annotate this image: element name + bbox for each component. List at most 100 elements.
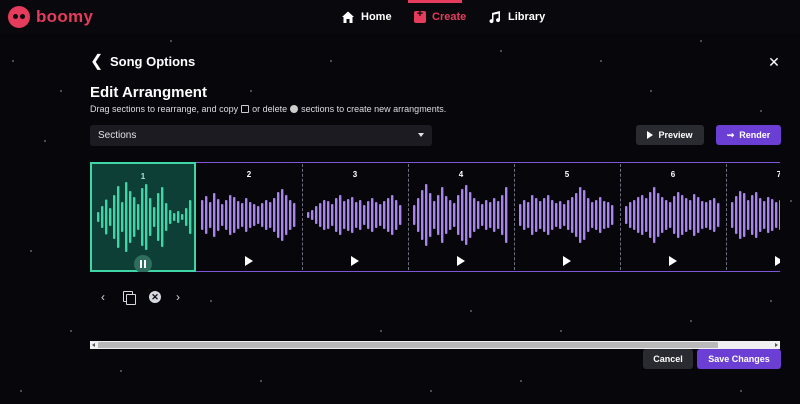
cancel-button[interactable]: Cancel [643, 349, 693, 369]
waveform-bar [457, 195, 460, 235]
delete-section-icon[interactable]: ✕ [149, 291, 161, 303]
waveform-bar [633, 200, 636, 230]
play-icon[interactable] [669, 256, 677, 266]
waveform [731, 191, 780, 239]
edit-description: Drag sections to rearrange, and copy or … [90, 104, 446, 114]
edit-description-text-3: sections to create new arrangments. [301, 104, 447, 114]
waveform-bar [165, 203, 168, 231]
play-icon[interactable] [775, 256, 780, 266]
arrangement-section-7[interactable]: 7 [726, 162, 780, 272]
horizontal-scrollbar[interactable] [90, 341, 780, 349]
nav-item-create[interactable]: Create [414, 0, 466, 34]
scroll-right-arrow-icon[interactable] [775, 343, 778, 347]
waveform-bar [355, 202, 358, 228]
waveform-bar [697, 197, 700, 233]
waveform-bar [665, 200, 668, 230]
star [70, 330, 72, 332]
waveform-bar [97, 212, 100, 222]
music-note-icon [489, 11, 501, 24]
waveform-bar [489, 202, 492, 228]
waveform-bar [587, 198, 590, 232]
play-icon[interactable] [457, 256, 465, 266]
save-changes-button[interactable]: Save Changes [697, 349, 781, 369]
waveform-bar [293, 203, 296, 227]
nav-item-library[interactable]: Library [488, 0, 545, 34]
scroll-left-arrow-icon[interactable] [92, 343, 95, 347]
close-icon[interactable]: ✕ [766, 54, 782, 70]
waveform-bar [501, 195, 504, 235]
section-number: 2 [246, 170, 252, 179]
copy-section-icon[interactable] [123, 291, 136, 305]
waveform-bar [661, 197, 664, 233]
waveform-bar [571, 197, 574, 233]
play-icon[interactable] [245, 256, 253, 266]
waveform-bar [249, 202, 252, 228]
star [600, 60, 602, 62]
waveform-bar [417, 198, 420, 232]
star [760, 110, 762, 112]
waveform-bar [747, 200, 750, 230]
waveform-bar [327, 201, 330, 229]
waveform-bar [399, 205, 402, 225]
waveform-bar [261, 203, 264, 227]
arrangement-section-1[interactable]: 1 [90, 162, 196, 272]
play-icon [647, 131, 654, 139]
chevron-left-icon[interactable]: ‹ [101, 290, 105, 304]
arrangement-section-4[interactable]: 4 [408, 162, 514, 272]
section-number: 4 [458, 170, 464, 179]
nav-item-create-label: Create [432, 11, 467, 23]
waveform-bar [387, 198, 390, 232]
section-number: 6 [670, 170, 676, 179]
waveform-bar [181, 214, 184, 220]
pause-icon[interactable] [134, 255, 152, 272]
star [790, 200, 792, 202]
play-icon[interactable] [351, 256, 359, 266]
boomy-logo[interactable]: boomy [8, 6, 93, 28]
preview-button[interactable]: Preview [636, 125, 704, 145]
scrollbar-thumb[interactable] [98, 342, 718, 348]
render-button[interactable]: ⇝ Render [716, 125, 781, 145]
section-divider [514, 164, 515, 270]
waveform-bar [429, 193, 432, 237]
waveform-bar [767, 197, 770, 233]
waveform-bar [739, 191, 742, 239]
waveform-bar [731, 202, 734, 228]
waveform-bar [225, 200, 228, 230]
waveform-bar [477, 201, 480, 229]
waveform-bar [323, 200, 326, 230]
star [260, 380, 262, 382]
waveform-bar [519, 204, 522, 226]
waveform-bar [109, 208, 112, 226]
arrangement-section-5[interactable]: 5 [514, 162, 620, 272]
waveform-bar [205, 196, 208, 234]
waveform-bar [763, 201, 766, 229]
arrangement-section-3[interactable]: 3 [302, 162, 408, 272]
section-number: 1 [140, 172, 146, 181]
waveform-bar [579, 187, 582, 243]
waveform-bar [331, 204, 334, 226]
waveform-bar [201, 200, 204, 230]
arrangement-section-6[interactable]: 6 [620, 162, 726, 272]
play-icon[interactable] [563, 256, 571, 266]
waveform-bar [245, 198, 248, 232]
waveform-bar [705, 202, 708, 228]
chevron-right-icon[interactable]: › [176, 290, 180, 304]
waveform-bar [485, 200, 488, 230]
boomy-logo-text: boomy [36, 7, 94, 26]
star [44, 140, 46, 142]
waveform-bar [347, 199, 350, 231]
waveform-bar [603, 201, 606, 229]
waveform-bar [367, 201, 370, 229]
waveform-bar [759, 198, 762, 232]
arrangement-timeline[interactable]: 1 2 3 4 5 6 7 [90, 162, 780, 272]
waveform-bar [473, 198, 476, 232]
nav-item-home[interactable]: Home [341, 0, 392, 34]
sections-dropdown[interactable]: Sections [90, 125, 432, 146]
copy-icon [241, 105, 250, 113]
waveform-bar [681, 195, 684, 235]
chevron-left-icon[interactable]: ❮ [90, 54, 104, 70]
waveform-bar [539, 201, 542, 229]
waveform-bar [599, 197, 602, 233]
waveform-bar [421, 190, 424, 240]
arrangement-section-2[interactable]: 2 [196, 162, 302, 272]
